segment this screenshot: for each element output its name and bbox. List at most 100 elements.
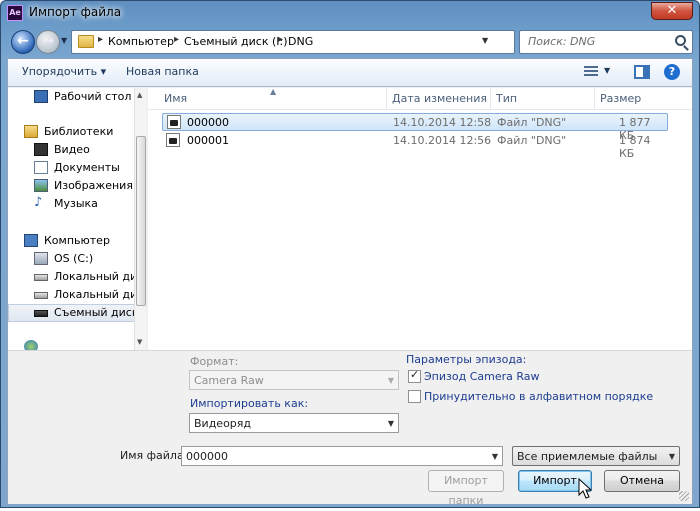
address-bar[interactable]: ▸ Компьютер ▸ Съемный диск (I:) ▸ DNG ▼ … xyxy=(71,30,573,54)
breadcrumb-separator-icon[interactable]: ▸ xyxy=(278,34,283,45)
column-size[interactable]: Размер xyxy=(600,92,641,105)
nav-item-os-c[interactable]: OS (C:) xyxy=(8,250,138,268)
drive-icon xyxy=(34,292,48,299)
drive-icon xyxy=(34,252,48,265)
search-icon xyxy=(675,35,686,46)
folder-icon xyxy=(78,35,94,48)
removable-drive-icon xyxy=(34,310,48,317)
breadcrumb-computer[interactable]: Компьютер xyxy=(108,35,174,48)
nav-item-computer[interactable]: Компьютер xyxy=(8,232,138,250)
sequence-params-label: Параметры эпизода: xyxy=(406,353,527,366)
filename-value: 000000 xyxy=(186,450,228,463)
address-row: ← → ▼ ▸ Компьютер ▸ Съемный диск (I:) ▸ … xyxy=(7,28,695,56)
force-alphabetical-checkbox[interactable] xyxy=(408,390,421,403)
dialog-client-area: Упорядочить ▾ Новая папка ▼ ? Рабочий ст… xyxy=(7,58,693,507)
network-icon xyxy=(24,340,38,350)
close-button[interactable]: ✕ xyxy=(651,2,693,20)
nav-item-local-disk[interactable]: Локальный диск xyxy=(8,286,145,304)
nav-item-label: OS (C:) xyxy=(54,252,94,265)
libraries-icon xyxy=(24,125,38,138)
preview-pane-icon[interactable] xyxy=(634,65,650,79)
nav-item-label: Музыка xyxy=(54,197,98,210)
column-divider[interactable] xyxy=(386,88,387,110)
dng-file-icon xyxy=(166,133,180,147)
file-list: ▲ Имя Дата изменения Тип Размер 000000 1… xyxy=(148,87,692,350)
search-input[interactable]: Поиск: DNG xyxy=(519,30,693,54)
search-placeholder: Поиск: DNG xyxy=(528,35,596,48)
chevron-down-icon[interactable]: ▼ xyxy=(388,419,394,428)
new-folder-button[interactable]: Новая папка xyxy=(126,65,199,78)
nav-item-label: Документы xyxy=(54,161,120,174)
nav-item-network[interactable] xyxy=(8,338,138,350)
file-type: Файл "DNG" xyxy=(497,116,567,129)
nav-item-music[interactable]: ♪ Музыка xyxy=(8,195,138,213)
organize-button[interactable]: Упорядочить ▾ xyxy=(22,65,106,78)
address-dropdown-icon[interactable]: ▼ xyxy=(482,36,488,45)
resize-grip[interactable] xyxy=(679,491,689,501)
file-size: 1 874 КБ xyxy=(619,134,651,160)
nav-scrollbar[interactable]: ▲ ▼ xyxy=(134,88,146,350)
chevron-down-icon[interactable]: ▼ xyxy=(669,452,675,461)
nav-item-video[interactable]: Видео xyxy=(8,141,138,159)
scroll-thumb[interactable] xyxy=(136,136,146,306)
column-divider[interactable] xyxy=(490,88,491,110)
documents-icon xyxy=(34,161,48,174)
help-icon[interactable]: ? xyxy=(664,64,680,80)
table-row[interactable]: 000000 14.10.2014 12:58 Файл "DNG" 1 877… xyxy=(162,113,668,142)
camera-raw-sequence-label[interactable]: Эпизод Camera Raw xyxy=(424,370,540,383)
nav-item-pictures[interactable]: Изображения xyxy=(8,177,138,195)
nav-item-desktop[interactable]: Рабочий стол xyxy=(8,88,138,106)
nav-item-label: Локальный диск xyxy=(54,270,146,283)
column-divider[interactable] xyxy=(594,88,595,110)
breadcrumb-removable-drive[interactable]: Съемный диск (I:) xyxy=(184,35,288,48)
recent-locations-dropdown-icon[interactable]: ▼ xyxy=(61,36,71,46)
mouse-cursor-icon xyxy=(578,478,592,499)
file-date: 14.10.2014 12:58 xyxy=(393,116,492,129)
format-select: Camera Raw ▼ xyxy=(189,370,399,390)
nav-item-label: Съемный диск ( xyxy=(54,306,146,319)
nav-item-label: Рабочий стол xyxy=(54,90,132,103)
nav-item-libraries[interactable]: Библиотеки xyxy=(8,123,138,141)
format-value: Camera Raw xyxy=(194,374,264,387)
file-name: 000000 xyxy=(187,116,229,129)
file-type-filter-select[interactable]: Все приемлемые файлы ▼ xyxy=(512,446,680,466)
back-button[interactable]: ← xyxy=(11,30,35,54)
title-bar[interactable]: Ae Импорт файла ✕ xyxy=(1,1,699,25)
nav-item-documents[interactable]: Документы xyxy=(8,159,138,177)
chevron-down-icon[interactable]: ▼ xyxy=(492,452,498,461)
breadcrumb-separator-icon[interactable]: ▸ xyxy=(98,34,103,45)
breadcrumb-dng[interactable]: DNG xyxy=(288,35,313,48)
after-effects-app-icon: Ae xyxy=(7,5,23,21)
nav-item-label: Компьютер xyxy=(44,234,110,247)
file-date: 14.10.2014 12:56 xyxy=(393,134,492,147)
nav-item-label: Изображения xyxy=(54,179,133,192)
forward-button[interactable]: → xyxy=(36,30,60,54)
file-name: 000001 xyxy=(187,134,229,147)
window-title: Импорт файла xyxy=(29,5,122,19)
music-icon: ♪ xyxy=(34,195,43,210)
column-headers: ▲ Имя Дата изменения Тип Размер xyxy=(148,87,692,110)
force-alphabetical-label[interactable]: Принудительно в алфавитном порядке xyxy=(424,390,653,403)
view-dropdown-icon[interactable]: ▼ xyxy=(604,66,610,75)
drive-icon xyxy=(34,274,48,281)
desktop-icon xyxy=(34,90,48,103)
view-options-icon[interactable] xyxy=(584,66,598,78)
column-name[interactable]: Имя xyxy=(164,92,187,105)
import-file-dialog: Ae Импорт файла ✕ ← → ▼ ▸ Компьютер ▸ Съ… xyxy=(0,0,700,508)
camera-raw-sequence-checkbox[interactable] xyxy=(408,368,421,383)
sort-ascending-icon: ▲ xyxy=(270,87,277,96)
scroll-up-icon[interactable]: ▲ xyxy=(137,91,142,99)
cancel-button[interactable]: Отмена xyxy=(604,470,680,492)
nav-item-removable-drive[interactable]: Съемный диск ( xyxy=(8,304,145,322)
video-icon xyxy=(34,143,48,156)
import-as-value: Видеоряд xyxy=(194,417,252,430)
table-row[interactable]: 000001 14.10.2014 12:56 Файл "DNG" 1 874… xyxy=(162,132,668,160)
nav-item-local-disk[interactable]: Локальный диск xyxy=(8,268,145,286)
column-date-modified[interactable]: Дата изменения xyxy=(392,92,487,105)
file-type-filter-value: Все приемлемые файлы xyxy=(517,450,658,463)
breadcrumb-separator-icon[interactable]: ▸ xyxy=(174,34,179,45)
filename-input[interactable]: 000000 ▼ xyxy=(181,446,503,466)
column-type[interactable]: Тип xyxy=(496,92,517,105)
scroll-down-icon[interactable]: ▼ xyxy=(137,338,142,346)
import-as-select[interactable]: Видеоряд ▼ xyxy=(189,413,399,433)
